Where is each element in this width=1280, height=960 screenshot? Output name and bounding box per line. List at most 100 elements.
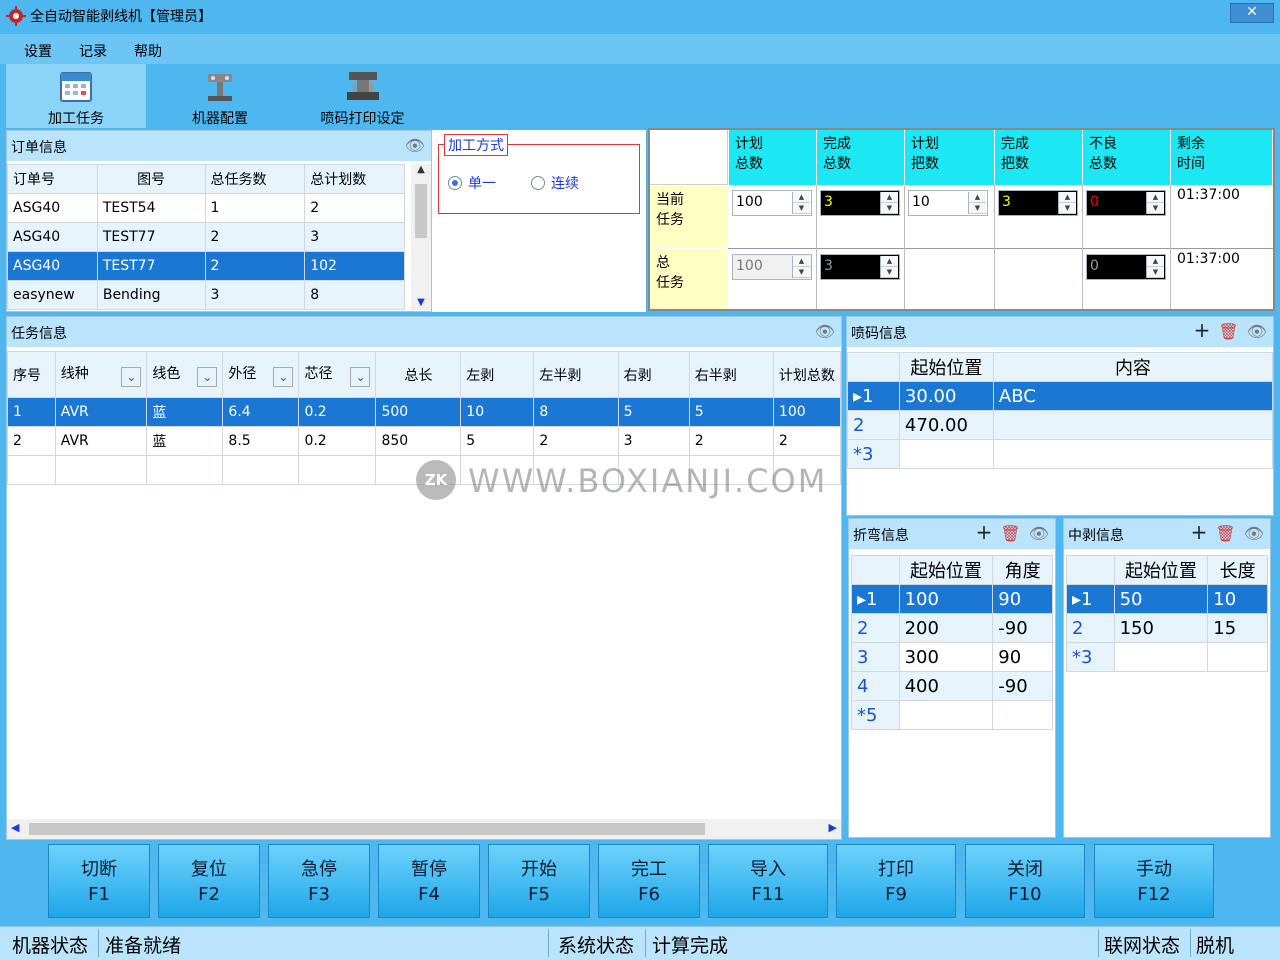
table-row[interactable]: ▸1 100 90 (851, 584, 1053, 614)
emergency-stop-button[interactable]: 急停 F3 (268, 844, 370, 918)
table-row[interactable]: ASG40 TEST54 1 2 (7, 193, 405, 223)
table-row[interactable]: *5 (851, 700, 1053, 730)
col-total-length[interactable]: 总长 (375, 351, 462, 398)
close-button[interactable]: ✕ (1230, 3, 1274, 23)
spin-arrows[interactable]: ▲ ▼ (792, 192, 810, 214)
spin-arrows[interactable]: ▲ ▼ (792, 256, 810, 278)
spin-arrows[interactable]: ▲ ▼ (1146, 256, 1164, 278)
spin-plan-total[interactable]: 100 ▲ ▼ (732, 190, 812, 216)
menu-help[interactable]: 帮助 (134, 41, 162, 61)
scroll-up-icon[interactable]: ▲ (411, 164, 431, 175)
tool-machine-config[interactable]: 机器配置 (150, 64, 290, 128)
close-app-button[interactable]: 关闭 F10 (965, 844, 1085, 918)
spin-arrows[interactable]: ▲ ▼ (880, 192, 898, 214)
row-number-text: 3 (862, 443, 874, 465)
col-wire-type[interactable]: 线种 ⌄ (54, 351, 148, 398)
col-left-half-strip[interactable]: 左半剥 (533, 351, 619, 398)
pause-button[interactable]: 暂停 F4 (378, 844, 480, 918)
eye-icon[interactable]: 👁 (1244, 524, 1264, 543)
table-row[interactable]: 2 150 15 (1066, 613, 1268, 643)
spin-arrows[interactable]: ▲ ▼ (1058, 192, 1076, 214)
scroll-down-icon[interactable]: ▼ (411, 297, 431, 308)
scroll-thumb[interactable] (415, 184, 427, 238)
col-angle[interactable]: 角度 (992, 555, 1053, 585)
eye-icon[interactable]: 👁 (405, 136, 425, 155)
spin-total-done[interactable]: 3 ▲ ▼ (820, 254, 900, 280)
table-row[interactable]: 2 AVR 蓝 8.5 0.2 850 5 2 3 2 2 (7, 426, 842, 456)
trash-icon[interactable]: 🗑 (1215, 524, 1235, 543)
tool-process-task[interactable]: 加工任务 (6, 64, 146, 128)
print-button[interactable]: 打印 F9 (836, 844, 956, 918)
orders-scrollbar[interactable]: ▲ ▼ (411, 164, 431, 310)
menu-records[interactable]: 记录 (79, 41, 107, 61)
table-row[interactable]: 1 AVR 蓝 6.4 0.2 500 10 8 5 5 100 (7, 397, 842, 427)
scroll-left-icon[interactable]: ◀ (11, 821, 19, 834)
radio-single[interactable]: 单一 (448, 173, 496, 193)
table-row[interactable]: 2 200 -90 (851, 613, 1053, 643)
finish-button[interactable]: 完工 F6 (598, 844, 700, 918)
col-right-strip[interactable]: 右剥 (617, 351, 690, 398)
scroll-thumb[interactable] (29, 823, 705, 835)
reset-button[interactable]: 复位 F2 (158, 844, 260, 918)
col-order-no[interactable]: 订单号 (7, 164, 98, 194)
trash-icon[interactable]: 🗑 (1218, 322, 1238, 341)
col-total-plan[interactable]: 总计划数 (304, 164, 405, 194)
spin-arrows[interactable]: ▲ ▼ (968, 192, 986, 214)
radio-continuous[interactable]: 连续 (531, 173, 579, 193)
trash-icon[interactable]: 🗑 (1000, 524, 1020, 543)
spin-arrows[interactable]: ▲ ▼ (880, 256, 898, 278)
spin-done-total[interactable]: 3 ▲ ▼ (820, 190, 900, 216)
col-right-half-strip[interactable]: 右半剥 (688, 351, 774, 398)
chevron-down-icon[interactable]: ⌄ (273, 366, 294, 387)
eye-icon[interactable]: 👁 (1247, 322, 1267, 341)
col-length[interactable]: 长度 (1207, 555, 1268, 585)
spin-arrows[interactable]: ▲ ▼ (1146, 192, 1164, 214)
spin-bad-total[interactable]: 0 ▲ ▼ (1086, 190, 1166, 216)
chevron-down-icon[interactable]: ⌄ (197, 366, 218, 387)
table-row[interactable]: ▸1 30.00 ABC (847, 381, 1274, 411)
eye-icon[interactable]: 👁 (815, 322, 835, 341)
col-content[interactable]: 内容 (992, 352, 1274, 382)
menu-settings[interactable]: 设置 (24, 41, 52, 61)
mode-title: 加工方式 (444, 134, 508, 156)
table-row[interactable]: *3 (1066, 642, 1268, 672)
table-row[interactable]: 2 470.00 (847, 410, 1274, 440)
col-core-diameter[interactable]: 芯径 ⌄ (298, 351, 377, 398)
table-row[interactable]: 3 300 90 (851, 642, 1053, 672)
chevron-down-icon[interactable]: ⌄ (121, 366, 142, 387)
import-button[interactable]: 导入 F11 (708, 844, 828, 918)
table-row[interactable]: *3 (847, 439, 1274, 469)
col-start-pos[interactable]: 起始位置 (1113, 555, 1209, 585)
spin-plan-bundle[interactable]: 10 ▲ ▼ (908, 190, 988, 216)
col-seq[interactable]: 序号 (7, 351, 56, 398)
cut-button[interactable]: 切断 F1 (48, 844, 150, 918)
col-left-strip[interactable]: 左剥 (460, 351, 535, 398)
add-icon[interactable]: + (1191, 522, 1208, 542)
col-label: 外径 (228, 365, 257, 382)
col-drawing-no[interactable]: 图号 (96, 164, 206, 194)
eye-icon[interactable]: 👁 (1029, 524, 1049, 543)
col-total-tasks[interactable]: 总任务数 (204, 164, 306, 194)
table-row[interactable]: 4 400 -90 (851, 671, 1053, 701)
table-row[interactable]: ASG40 TEST77 2 3 (7, 222, 405, 252)
manual-button[interactable]: 手动 F12 (1094, 844, 1214, 918)
col-plan-total[interactable]: 计划总数 (772, 351, 842, 398)
table-row[interactable]: ASG40 TEST77 2 102 (7, 251, 405, 281)
col-wire-color[interactable]: 线色 ⌄ (146, 351, 224, 398)
col-start-pos[interactable]: 起始位置 (898, 555, 994, 585)
spin-total-bad[interactable]: 0 ▲ ▼ (1086, 254, 1166, 280)
start-button[interactable]: 开始 F5 (488, 844, 590, 918)
col-outer-diameter[interactable]: 外径 ⌄ (222, 351, 300, 398)
chevron-down-icon[interactable]: ⌄ (350, 366, 371, 387)
stats-panel: 计划 总数 完成 总数 计划 把数 完成 把数 不良 总数 剩余 时间 当前 任… (648, 128, 1275, 311)
table-row[interactable]: ▸1 50 10 (1066, 584, 1268, 614)
tool-spray-print-settings[interactable]: 喷码打印设定 (300, 64, 425, 128)
spin-total-plan[interactable]: 100 ▲ ▼ (732, 254, 812, 280)
spin-done-bundle[interactable]: 3 ▲ ▼ (998, 190, 1078, 216)
scroll-right-icon[interactable]: ▶ (829, 821, 837, 834)
table-row[interactable]: easynew Bending 3 8 (7, 280, 405, 310)
tasks-h-scrollbar[interactable]: ◀ ▶ (7, 819, 841, 839)
col-start-pos[interactable]: 起始位置 (898, 352, 994, 382)
add-icon[interactable]: + (1194, 320, 1211, 340)
add-icon[interactable]: + (976, 522, 993, 542)
